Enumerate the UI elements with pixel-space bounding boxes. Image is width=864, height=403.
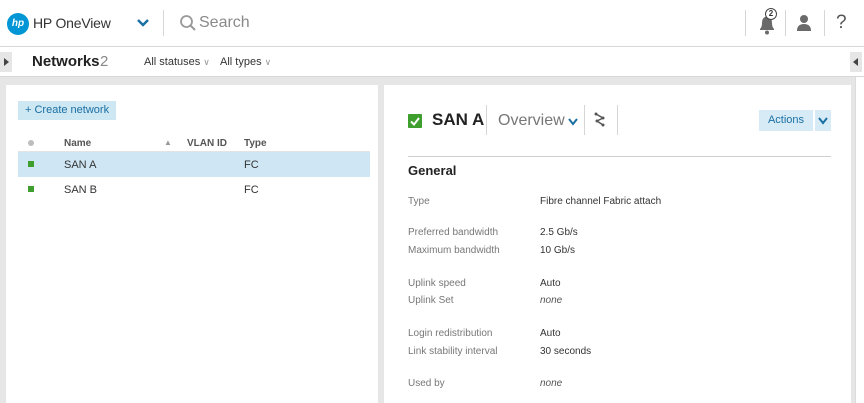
section-title: General [408, 163, 457, 178]
property-value: 2.5 Gb/s [540, 227, 578, 238]
property-value: 30 seconds [540, 346, 592, 357]
view-selector-label: Overview [498, 112, 565, 129]
actions-button[interactable]: Actions [759, 110, 813, 131]
row-name: SAN B [64, 184, 98, 196]
property-value: none [540, 295, 563, 306]
app-name: HP OneView [33, 15, 111, 31]
row-type: FC [244, 159, 259, 171]
property-label: Maximum bandwidth [408, 245, 500, 256]
status-column-icon [28, 140, 34, 146]
page-title: Networks [32, 53, 100, 70]
status-filter-label: All statuses [144, 56, 201, 68]
scrollbar[interactable] [855, 77, 864, 403]
chevron-down-icon [568, 118, 578, 126]
property-label: Link stability interval [408, 346, 498, 357]
page-header: Networks 2 All statuses ∨ All types ∨ [0, 47, 864, 77]
chevron-down-icon: ∨ [203, 57, 210, 67]
property-label: Type [408, 196, 430, 207]
property-label: Login redistribution [408, 328, 493, 339]
property-label: Uplink speed [408, 278, 466, 289]
table-row[interactable]: SAN A FC [18, 152, 370, 177]
view-selector[interactable]: Overview [498, 112, 578, 130]
status-ok-icon [28, 186, 34, 192]
sort-ascending-icon[interactable]: ▲ [164, 138, 172, 147]
row-type: FC [244, 184, 259, 196]
notification-count-badge: 2 [765, 8, 777, 20]
property-label: Used by [408, 378, 445, 389]
hp-logo[interactable]: hp [7, 13, 29, 35]
type-filter[interactable]: All types ∨ [220, 56, 271, 68]
chevron-down-icon [818, 117, 828, 125]
divider [408, 156, 831, 157]
column-header-name[interactable]: Name [64, 138, 91, 149]
column-header-vlan[interactable]: VLAN ID [187, 138, 227, 149]
network-list-panel: + Create network Name ▲ VLAN ID Type SAN… [6, 85, 378, 403]
property-label: Uplink Set [408, 295, 454, 306]
network-table: Name ▲ VLAN ID Type SAN A FC SAN B FC [18, 135, 370, 202]
table-row[interactable]: SAN B FC [18, 177, 370, 202]
property-value: none [540, 378, 563, 389]
divider [785, 10, 786, 36]
user-icon[interactable] [795, 13, 813, 33]
chevron-down-icon[interactable] [134, 14, 152, 32]
divider [486, 105, 487, 135]
help-icon[interactable]: ? [836, 12, 847, 34]
expand-right-icon[interactable] [850, 52, 862, 72]
divider [617, 105, 618, 135]
map-view-icon[interactable] [594, 112, 608, 128]
chevron-down-icon: ∨ [264, 57, 272, 67]
property-value: Auto [540, 328, 561, 339]
divider [584, 105, 585, 135]
status-ok-icon [408, 114, 422, 128]
expand-left-icon[interactable] [0, 52, 12, 72]
search-input[interactable] [199, 10, 499, 36]
property-value: Auto [540, 278, 561, 289]
table-header: Name ▲ VLAN ID Type [18, 135, 370, 152]
column-header-type[interactable]: Type [244, 138, 267, 149]
network-detail-panel: SAN A Overview Actions General Type Fibr… [384, 85, 851, 403]
resource-title: SAN A [432, 110, 485, 129]
divider [824, 10, 825, 36]
divider [745, 10, 746, 36]
top-bar: hp HP OneView 2 ? [0, 0, 864, 47]
item-count: 2 [100, 53, 109, 70]
property-value: Fibre channel Fabric attach [540, 196, 662, 207]
status-filter[interactable]: All statuses ∨ [144, 56, 210, 68]
property-value: 10 Gb/s [540, 245, 576, 256]
row-name: SAN A [64, 159, 97, 171]
create-network-button[interactable]: + Create network [18, 101, 117, 120]
search-icon [180, 15, 196, 31]
actions-menu-button[interactable] [815, 110, 831, 131]
type-filter-label: All types [220, 56, 262, 68]
divider [163, 10, 164, 36]
status-ok-icon [28, 161, 34, 167]
property-label: Preferred bandwidth [408, 227, 499, 238]
